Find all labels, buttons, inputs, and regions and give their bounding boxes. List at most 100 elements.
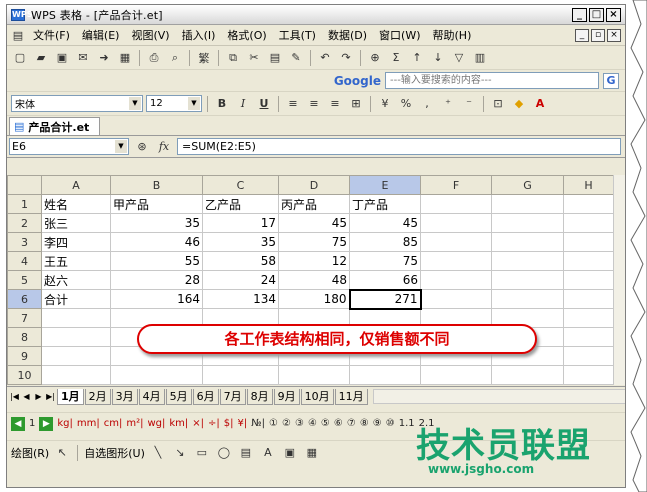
symbol-item[interactable]: ⑤ <box>321 418 330 429</box>
mail-icon[interactable]: ✉ <box>74 49 92 67</box>
format-painter-icon[interactable]: ✎ <box>287 49 305 67</box>
symbol-item[interactable]: $| <box>224 418 234 429</box>
doc-minimize-button[interactable]: _ <box>575 28 589 42</box>
underline-button[interactable]: U <box>255 95 273 113</box>
symbol-item[interactable]: ⑩ <box>386 418 395 429</box>
traditional-icon[interactable]: 繁 <box>195 49 213 67</box>
increase-decimal-icon[interactable]: ⁺ <box>439 95 457 113</box>
cell[interactable]: 75 <box>349 251 421 271</box>
sheet-tab[interactable]: 7月 <box>219 388 246 405</box>
row-header[interactable]: 6 <box>7 289 42 309</box>
row-header[interactable]: 1 <box>7 194 42 214</box>
symbol-item[interactable]: ¥| <box>238 418 248 429</box>
sheet-tab[interactable]: 10月 <box>300 388 334 405</box>
cell[interactable]: 35 <box>110 213 203 233</box>
cell[interactable] <box>420 270 492 290</box>
italic-button[interactable]: I <box>234 95 252 113</box>
cell[interactable] <box>420 194 492 214</box>
cell[interactable] <box>563 213 614 233</box>
font-size-select[interactable]: 12 ▼ <box>146 95 202 112</box>
menu-view[interactable]: 视图(V) <box>125 27 175 43</box>
cell[interactable]: 12 <box>278 251 350 271</box>
name-box[interactable]: E6 ▼ <box>9 138 129 155</box>
cell[interactable]: 45 <box>278 213 350 233</box>
menu-window[interactable]: 窗口(W) <box>373 27 426 43</box>
row-header[interactable]: 3 <box>7 232 42 252</box>
cell[interactable] <box>563 308 614 328</box>
sheet-tab[interactable]: 11月 <box>334 388 368 405</box>
font-color-icon[interactable]: A <box>531 95 549 113</box>
comma-icon[interactable]: , <box>418 95 436 113</box>
cell[interactable] <box>278 365 350 385</box>
row-header[interactable]: 7 <box>7 308 42 328</box>
arrow-left-icon[interactable]: ◀ <box>11 416 25 431</box>
fx-button[interactable]: fx <box>155 138 173 156</box>
cell[interactable]: 48 <box>278 270 350 290</box>
undo-icon[interactable]: ↶ <box>316 49 334 67</box>
sheet-tab[interactable]: 5月 <box>165 388 192 405</box>
export-icon[interactable]: ➜ <box>95 49 113 67</box>
align-left-icon[interactable]: ≡ <box>284 95 302 113</box>
draw-menu[interactable]: 绘图(R) <box>11 445 49 461</box>
cell[interactable]: 合计 <box>41 289 111 309</box>
copy-icon[interactable]: ⧉ <box>224 49 242 67</box>
cell[interactable] <box>563 289 614 309</box>
tab-document[interactable]: ▤ 产品合计.et <box>9 117 101 135</box>
open-icon[interactable]: ▰ <box>32 49 50 67</box>
border-icon[interactable]: ⊡ <box>489 95 507 113</box>
column-header[interactable]: C <box>202 175 279 195</box>
column-header[interactable]: D <box>278 175 350 195</box>
hyperlink-icon[interactable]: ⊕ <box>366 49 384 67</box>
column-header[interactable]: A <box>41 175 111 195</box>
symbol-item[interactable]: km| <box>169 418 188 429</box>
arrow-right-icon[interactable]: ▶ <box>39 416 54 431</box>
align-right-icon[interactable]: ≡ <box>326 95 344 113</box>
cell[interactable] <box>110 365 203 385</box>
autosum-icon[interactable]: Σ <box>387 49 405 67</box>
cell[interactable]: 乙产品 <box>202 194 279 214</box>
textbox-icon[interactable]: ▤ <box>237 444 255 462</box>
cell[interactable]: 17 <box>202 213 279 233</box>
cell[interactable]: 66 <box>349 270 421 290</box>
symbol-item[interactable]: wg| <box>147 418 165 429</box>
formula-input[interactable]: =SUM(E2:E5) <box>177 138 621 155</box>
cell[interactable] <box>491 365 564 385</box>
cell[interactable] <box>420 251 492 271</box>
cell[interactable]: 赵六 <box>41 270 111 290</box>
symbol-item[interactable]: ③ <box>295 418 304 429</box>
cell[interactable] <box>41 327 111 347</box>
cell[interactable]: 王五 <box>41 251 111 271</box>
cell[interactable]: 55 <box>110 251 203 271</box>
row-header[interactable]: 10 <box>7 365 42 385</box>
last-sheet-icon[interactable]: ▶| <box>45 390 56 403</box>
close-button[interactable]: × <box>606 7 621 22</box>
symbol-item[interactable]: ÷| <box>208 418 220 429</box>
cell[interactable]: 24 <box>202 270 279 290</box>
cell[interactable] <box>420 289 492 309</box>
arrow-icon[interactable]: ↘ <box>171 444 189 462</box>
row-header[interactable]: 8 <box>7 327 42 347</box>
bold-button[interactable]: B <box>213 95 231 113</box>
cell[interactable]: 李四 <box>41 232 111 252</box>
doc-close-button[interactable]: × <box>607 28 621 42</box>
cell[interactable]: 35 <box>202 232 279 252</box>
symbol-item[interactable]: cm| <box>104 418 123 429</box>
picture-icon[interactable]: ▦ <box>303 444 321 462</box>
row-header[interactable]: 5 <box>7 270 42 290</box>
cell[interactable]: 甲产品 <box>110 194 203 214</box>
cell[interactable] <box>563 251 614 271</box>
google-search-button[interactable]: G <box>603 72 619 89</box>
font-select[interactable]: 宋体 ▼ <box>11 95 143 112</box>
symbol-item[interactable]: ⑥ <box>334 418 343 429</box>
cell[interactable]: 丁产品 <box>349 194 421 214</box>
prev-sheet-icon[interactable]: ◀ <box>21 390 32 403</box>
cell[interactable] <box>420 213 492 233</box>
cell[interactable] <box>563 194 614 214</box>
cell[interactable]: 姓名 <box>41 194 111 214</box>
cell[interactable]: 张三 <box>41 213 111 233</box>
cell[interactable] <box>420 365 492 385</box>
menu-format[interactable]: 格式(O) <box>221 27 272 43</box>
sheet-tab[interactable]: 6月 <box>192 388 219 405</box>
row-header[interactable]: 2 <box>7 213 42 233</box>
search-icon[interactable]: ⊛ <box>133 138 151 156</box>
